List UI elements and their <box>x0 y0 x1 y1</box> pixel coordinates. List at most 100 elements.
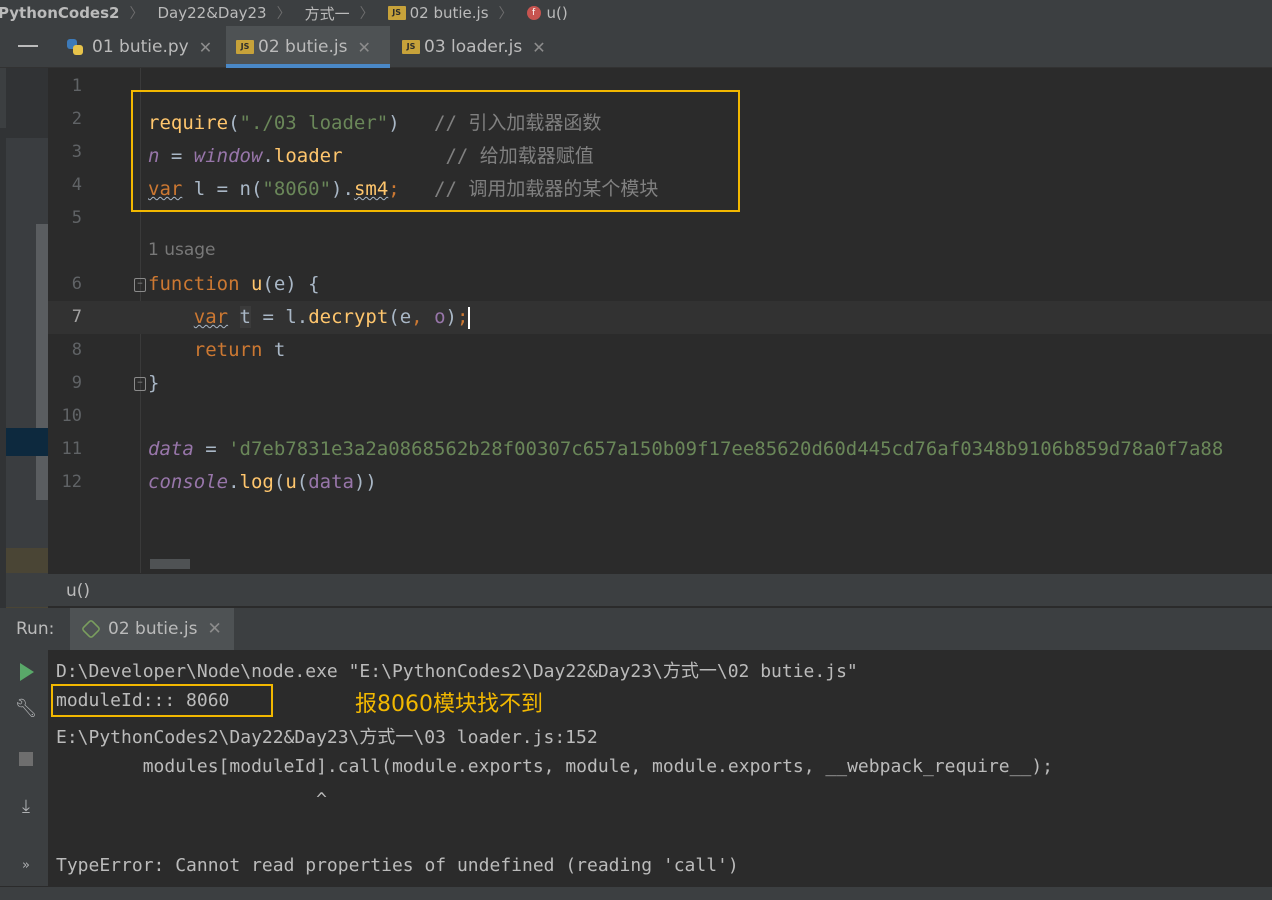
chevron-right-icon: 〉 <box>498 6 513 22</box>
code-token: (e <box>388 306 412 328</box>
code-line-8: 8 return t <box>48 334 1272 367</box>
tab-02-butie-js[interactable]: JS 02 butie.js ✕ <box>226 26 390 68</box>
line-number: 12 <box>61 472 82 492</box>
line-number: 5 <box>71 208 82 228</box>
wrench-icon[interactable]: 🔧︎ <box>14 698 38 722</box>
chevron-right-icon: 〉 <box>276 6 291 22</box>
tab-01-butie-py[interactable]: 01 butie.py ✕ <box>56 26 226 68</box>
run-panel-header: Run: 02 butie.js ✕ <box>0 608 1272 650</box>
breadcrumb-function-label: u() <box>546 4 568 22</box>
editor-tab-bar: 01 butie.py ✕ JS 02 butie.js ✕ JS 03 loa… <box>0 26 1272 68</box>
code-token: u <box>285 471 297 493</box>
scope-label: u() <box>66 581 91 601</box>
bottom-tool-window-bar <box>0 886 1272 900</box>
collapse-icon[interactable] <box>18 45 38 47</box>
js-icon: JS <box>236 40 254 54</box>
annotation-text: 报8060模块找不到 <box>355 692 543 717</box>
breadcrumb-project[interactable]: PythonCodes2 <box>0 4 119 22</box>
fold-icon[interactable]: − <box>134 278 146 292</box>
code-line-9: 9 − } <box>48 367 1272 400</box>
rerun-play-icon[interactable] <box>20 663 34 681</box>
selected-row-highlight <box>6 428 48 456</box>
line-number: 10 <box>61 406 82 426</box>
breadcrumb-file-label: 02 butie.js <box>409 4 489 22</box>
run-toolbar: 🔧︎ ⤓ » <box>0 650 48 886</box>
code-token: t <box>262 339 286 361</box>
code-token: )) <box>353 471 377 493</box>
code-token: data <box>308 471 354 493</box>
strip-divider <box>0 68 6 128</box>
text-caret <box>468 306 471 329</box>
code-token: , <box>411 306 423 328</box>
run-tab-label: 02 butie.js <box>108 619 198 639</box>
code-token: log <box>239 471 274 493</box>
breadcrumb-function[interactable]: f u() <box>523 4 568 22</box>
chevron-right-icon: 〉 <box>359 6 374 22</box>
close-icon[interactable]: ✕ <box>199 38 212 57</box>
more-icon[interactable]: » <box>14 858 38 882</box>
usage-hint[interactable]: 1 usage <box>148 240 216 260</box>
code-token: return <box>193 339 263 361</box>
line-number: 1 <box>71 76 82 96</box>
highlight-box-loader-code <box>131 90 740 212</box>
line-number: 9 <box>71 373 82 393</box>
code-editor[interactable]: 1 2 require("./03 loader") // 引入加载器函数 3 … <box>48 68 1272 573</box>
python-icon <box>66 38 84 56</box>
code-token: ) <box>445 306 457 328</box>
tab-label: 02 butie.js <box>258 37 348 57</box>
horizontal-scrollbar[interactable] <box>150 559 190 569</box>
nodejs-icon <box>80 618 102 640</box>
stop-icon[interactable] <box>19 752 33 766</box>
fold-icon[interactable]: − <box>134 377 146 391</box>
line-number: 7 <box>71 307 82 327</box>
code-token: (e) { <box>262 273 320 295</box>
code-line-10: 10 <box>48 400 1272 433</box>
code-token: t <box>239 306 251 328</box>
run-console[interactable]: D:\Developer\Node\node.exe "E:\PythonCod… <box>48 650 1272 886</box>
code-token: = l. <box>251 306 309 328</box>
close-icon[interactable]: ✕ <box>207 619 221 639</box>
code-token: = <box>193 438 229 460</box>
code-token: data <box>148 438 194 460</box>
code-token: } <box>148 372 160 394</box>
console-line: D:\Developer\Node\node.exe "E:\PythonCod… <box>56 661 858 682</box>
line-number: 6 <box>71 274 82 294</box>
js-icon: JS <box>402 40 420 54</box>
code-token: var <box>193 306 229 328</box>
code-token: 'd7eb7831e3a2a0868562b28f00307c657a150b0… <box>228 438 1224 460</box>
panel-scrollbar[interactable] <box>36 224 48 500</box>
run-tab-02-butie-js[interactable]: 02 butie.js ✕ <box>70 608 234 650</box>
highlight-box-module-id <box>51 684 273 717</box>
status-strip-left <box>6 573 48 607</box>
console-line: ^ <box>56 789 327 810</box>
scope-indicator[interactable]: u() <box>48 573 1272 607</box>
breadcrumb-folder[interactable]: Day22&Day23 <box>153 4 266 22</box>
close-icon[interactable]: ✕ <box>532 38 545 57</box>
line-number: 4 <box>71 175 82 195</box>
line-number: 3 <box>71 142 82 162</box>
code-token: ; <box>456 306 469 328</box>
close-icon[interactable]: ✕ <box>357 38 370 57</box>
run-label: Run: <box>16 619 55 639</box>
code-line-6: 6 − function u(e) { <box>48 268 1272 301</box>
code-token: function <box>148 273 240 295</box>
tab-label: 01 butie.py <box>92 37 189 57</box>
breadcrumb-file[interactable]: JS 02 butie.js <box>384 4 489 22</box>
breadcrumb-subfolder[interactable]: 方式一 <box>301 3 350 24</box>
function-icon: f <box>526 6 541 20</box>
console-line: modules[moduleId].call(module.exports, m… <box>56 756 1053 777</box>
scroll-to-end-icon[interactable]: ⤓ <box>14 796 38 820</box>
code-token: decrypt <box>308 306 389 328</box>
chevron-right-icon: 〉 <box>129 6 144 22</box>
code-token: ( <box>273 471 286 493</box>
code-line-7: 7 var t = l.decrypt(e, o); <box>48 301 1272 334</box>
code-token: . <box>228 471 240 493</box>
project-tool-strip <box>0 68 48 608</box>
code-token: console <box>148 471 229 493</box>
line-number: 2 <box>71 109 82 129</box>
line-number: 8 <box>71 340 82 360</box>
console-line: E:\PythonCodes2\Day22&Day23\方式一\03 loade… <box>56 727 598 748</box>
code-token: o <box>422 306 446 328</box>
tab-03-loader-js[interactable]: JS 03 loader.js ✕ <box>392 26 562 68</box>
breadcrumb: PythonCodes2 〉 Day22&Day23 〉 方式一 〉 JS 02 … <box>0 0 1272 26</box>
